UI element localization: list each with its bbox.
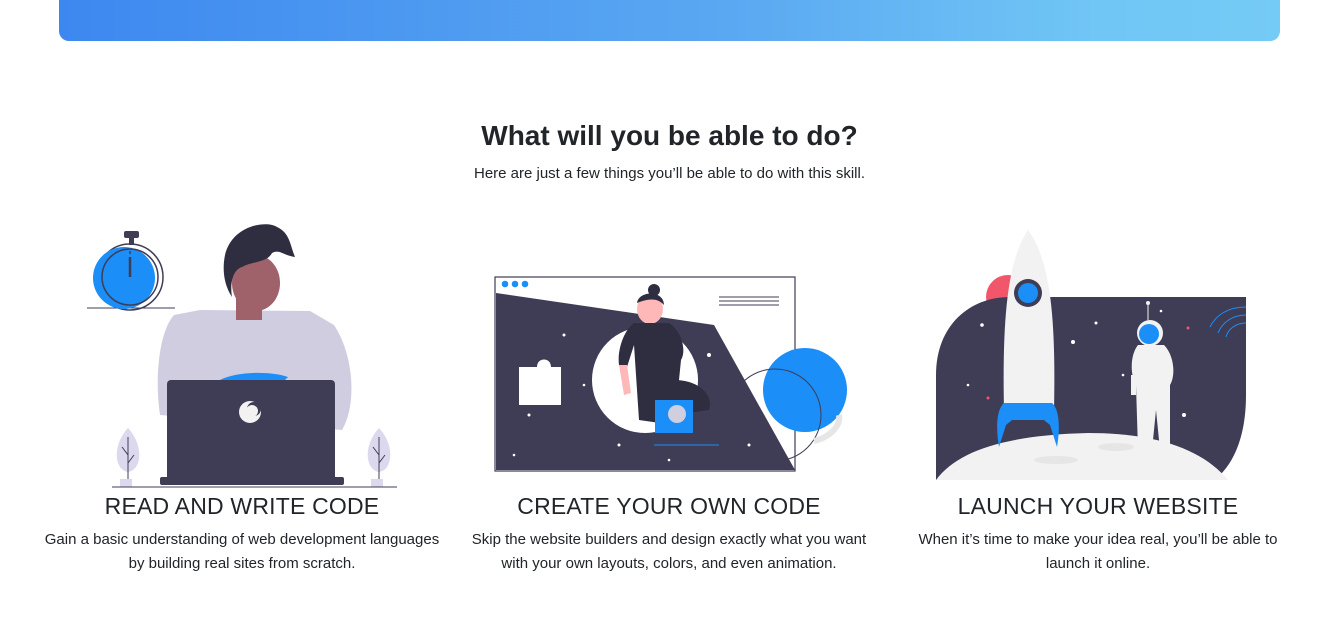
rocket-icon	[997, 230, 1059, 447]
feature-description: Skip the website builders and design exa…	[471, 531, 867, 572]
tree-right	[367, 428, 391, 487]
laptop-icon	[160, 380, 344, 485]
section-title: What will you be able to do?	[481, 120, 858, 151]
section-subtitle: Here are just a few things you’ll be abl…	[473, 165, 866, 182]
feature-description: When it’s time to make your idea real, y…	[918, 531, 1278, 572]
stopwatch-icon	[87, 231, 175, 311]
developer-laptop-illustration	[87, 224, 397, 488]
feature-heading: CREATE YOUR OWN CODE	[517, 493, 821, 519]
feature-heading: LAUNCH YOUR WEBSITE	[957, 493, 1239, 519]
rocket-astronaut-illustration	[936, 230, 1247, 480]
browser-puzzle-illustration	[494, 276, 847, 472]
feature-description: Gain a basic understanding of web develo…	[44, 531, 440, 572]
tree-left	[116, 428, 140, 487]
hero-banner-bottom	[59, 0, 1280, 41]
feature-heading: READ AND WRITE CODE	[104, 493, 380, 519]
blue-circle-decoration	[763, 348, 847, 432]
